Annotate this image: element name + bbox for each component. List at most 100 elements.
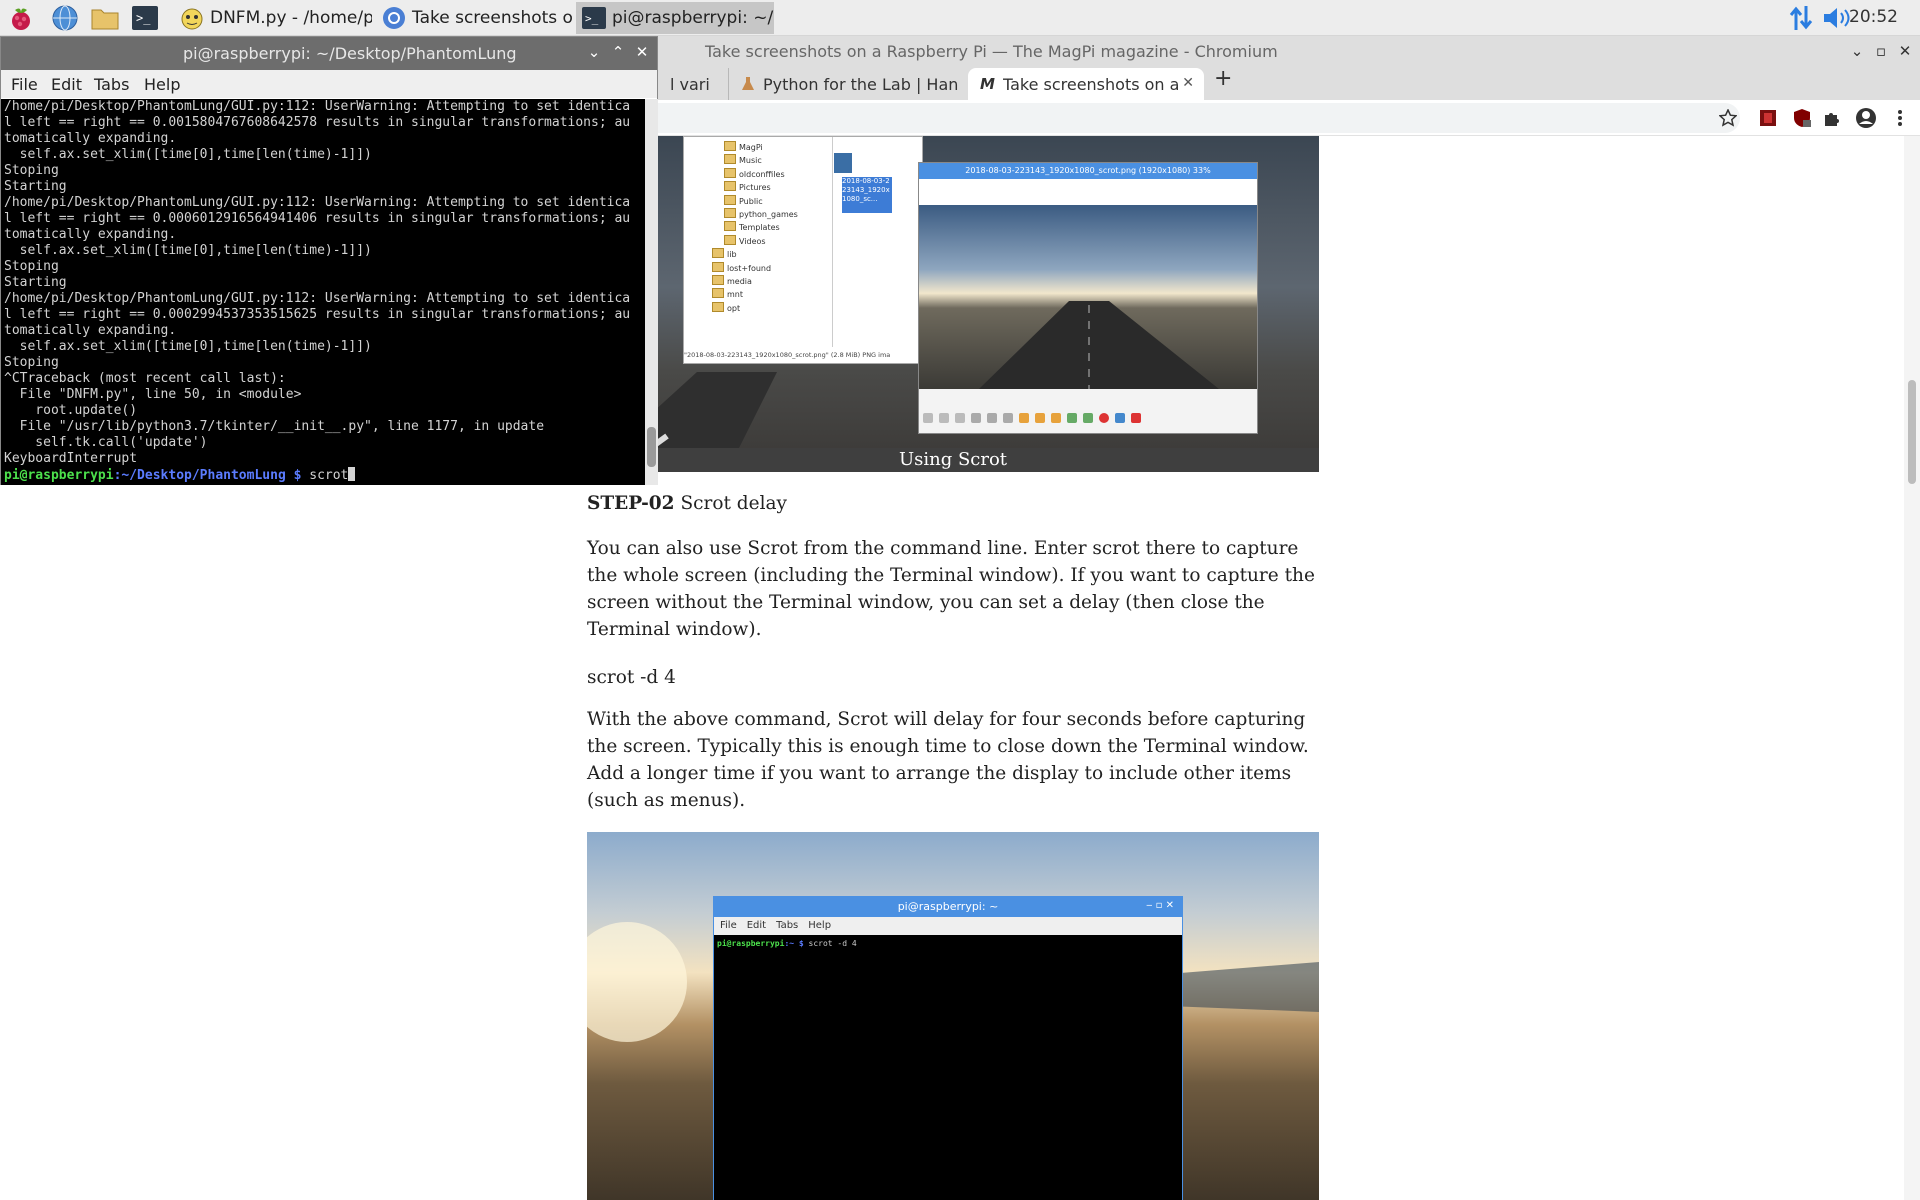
folder-tree-item: lib xyxy=(712,248,737,259)
magpi-favicon-icon: M xyxy=(980,75,995,93)
terminal-menubar: File Edit Tabs Help xyxy=(1,70,657,98)
terminal-window-screenshot: pi@raspberrypi: ~ ‒ ▫ ✕ File Edit Tabs Help… xyxy=(713,896,1183,1200)
article-figure-terminal-scrot-delay: pi@raspberrypi: ~ ‒ ▫ ✕ File Edit Tabs Help… xyxy=(587,832,1319,1200)
prompt-command: scrot -d 4 xyxy=(803,939,857,948)
article-paragraph: With the above command, Scrot will delay… xyxy=(587,709,1309,811)
article-paragraph: You can also use Scrot from the command … xyxy=(587,538,1315,640)
tab-label: Take screenshots on a R xyxy=(1002,74,1183,94)
png-file-icon xyxy=(834,153,852,173)
menu-file[interactable]: File xyxy=(11,75,38,94)
browser-menu-kebab-icon[interactable] xyxy=(1888,106,1912,130)
terminal-output: /home/pi/Desktop/PhantomLung/GUI.py:112:… xyxy=(4,99,631,466)
folder-tree-item: media xyxy=(712,275,752,286)
extensions-puzzle-icon[interactable] xyxy=(1820,106,1844,130)
taskbar-task-label: DNFM.py - /home/pi/... xyxy=(210,8,372,28)
tab-label: l vari xyxy=(670,74,710,94)
image-viewer-window: 2018-08-03-223143_1920x1080_scrot.png (1… xyxy=(918,162,1258,434)
taskbar-task-label: pi@raspberrypi: ~/De... xyxy=(612,8,774,28)
folder-tree-item: MagPi xyxy=(724,141,763,152)
taskbar: >_ DNFM.py - /home/pi/... Take screensho… xyxy=(0,0,1920,36)
terminal-menubar: File Edit Tabs Help xyxy=(714,917,1182,935)
chromium-icon xyxy=(380,4,408,32)
folder-tree-item: mnt xyxy=(712,288,743,299)
terminal-body[interactable]: /home/pi/Desktop/PhantomLung/GUI.py:112:… xyxy=(1,99,645,485)
terminal-icon: >_ xyxy=(580,4,608,32)
folder-tree-item: python_games xyxy=(724,208,798,219)
profile-avatar-icon[interactable] xyxy=(1854,106,1878,130)
selected-file-label: 2018-08-03-223143_1920x1080_sc... xyxy=(842,177,892,213)
raspberry-menu-icon[interactable] xyxy=(6,3,36,33)
clock[interactable]: 20:52 xyxy=(1849,7,1898,27)
svg-text:>_: >_ xyxy=(136,11,151,25)
menu-help[interactable]: Help xyxy=(144,75,180,94)
folder-tree-item: Pictures xyxy=(724,181,771,192)
browser-window-title: Take screenshots on a Raspberry Pi — The… xyxy=(705,42,1278,61)
browser-tab-active[interactable]: M Take screenshots on a R ✕ xyxy=(968,68,1204,100)
svg-text:>_: >_ xyxy=(585,12,599,25)
folder-tree-item: Videos xyxy=(724,235,766,246)
terminal-close-button[interactable]: ✕ xyxy=(633,43,651,61)
folder-tree-item: Music xyxy=(724,154,762,165)
menu-file: File xyxy=(720,920,737,931)
ublock-shield-icon[interactable] xyxy=(1790,106,1814,130)
menu-tabs[interactable]: Tabs xyxy=(94,75,129,94)
new-tab-plus-icon[interactable]: + xyxy=(1214,66,1232,91)
menu-edit: Edit xyxy=(746,920,767,931)
taskbar-task-dnfm[interactable]: DNFM.py - /home/pi/... xyxy=(174,2,372,34)
prompt-path: :~/Desktop/PhantomLung $ xyxy=(113,468,302,483)
prompt-path: :~ $ xyxy=(784,939,804,948)
sunset-road-image xyxy=(919,205,1257,389)
file-manager-folder-icon[interactable] xyxy=(90,3,120,33)
terminal-prompt-line: pi@raspberrypi:~ $ scrot -d 4 xyxy=(717,939,857,948)
folder-tree-item: opt xyxy=(712,302,740,313)
terminal-minimize-button[interactable]: ⌄ xyxy=(585,43,603,61)
browser-minimize-button[interactable]: ⌄ xyxy=(1848,42,1866,60)
bookmark-star-icon[interactable] xyxy=(1716,106,1740,130)
folder-tree-item: Public xyxy=(724,195,763,206)
menu-tabs: Tabs xyxy=(776,920,799,931)
terminal-title: pi@raspberrypi: ~ xyxy=(714,897,1182,917)
status-bar-text: "2018-08-03-223143_1920x1080_scrot.png" … xyxy=(684,351,891,359)
terminal-prompt-line: pi@raspberrypi:~/Desktop/PhantomLung $ s… xyxy=(4,467,642,484)
step-title: Scrot delay xyxy=(674,493,787,514)
article-figure-scrot-screenshot: 2018-08-03-223143_1920x1080_sc... MagPi M… xyxy=(587,136,1319,472)
menu-edit[interactable]: Edit xyxy=(51,75,82,94)
step-number: STEP-02 xyxy=(587,493,675,514)
tab-label: Python for the Lab | Han xyxy=(763,74,959,94)
folder-tree-item: lost+found xyxy=(712,262,771,273)
extension-red-icon[interactable] xyxy=(1756,106,1780,130)
taskbar-task-label: Take screenshots on ... xyxy=(412,8,574,28)
taskbar-task-terminal[interactable]: >_ pi@raspberrypi: ~/De... xyxy=(576,2,774,34)
prompt-user: pi@raspberrypi xyxy=(717,939,785,948)
step-heading: STEP-02 Scrot delay xyxy=(587,490,1319,517)
browser-tab[interactable]: Python for the Lab | Han xyxy=(728,68,968,100)
terminal-maximize-button[interactable]: ⌃ xyxy=(609,43,627,61)
page-scrollbar[interactable] xyxy=(1904,136,1920,1200)
browser-tab[interactable]: l vari xyxy=(658,68,728,100)
text-cursor xyxy=(348,467,356,481)
web-browser-globe-icon[interactable] xyxy=(50,3,80,33)
terminal-window: pi@raspberrypi: ~/Desktop/PhantomLung ⌄ … xyxy=(0,36,658,485)
page-scroll-thumb[interactable] xyxy=(1908,380,1916,484)
image-viewer-title: 2018-08-03-223143_1920x1080_scrot.png (1… xyxy=(919,163,1257,179)
terminal-scrollbar[interactable] xyxy=(645,99,658,485)
article-code-line: scrot -d 4 xyxy=(587,667,676,688)
volume-icon[interactable] xyxy=(1822,3,1852,33)
terminal-window-title: pi@raspberrypi: ~/Desktop/PhantomLung xyxy=(183,44,517,63)
address-bar[interactable] xyxy=(620,103,1740,133)
menu-help: Help xyxy=(808,920,832,931)
folder-tree-item: oldconffiles xyxy=(724,168,785,179)
prompt-command: scrot xyxy=(301,468,349,483)
python-idle-icon xyxy=(178,4,206,32)
flask-favicon-icon xyxy=(741,76,755,92)
viewer-toolbar xyxy=(923,413,1253,427)
browser-maximize-button[interactable]: ▫ xyxy=(1872,42,1890,60)
folder-tree-item: Templates xyxy=(724,221,780,232)
network-updown-icon[interactable] xyxy=(1786,3,1816,33)
terminal-titlebar[interactable]: pi@raspberrypi: ~/Desktop/PhantomLung ⌄ … xyxy=(1,37,657,70)
terminal-launcher-icon[interactable]: >_ xyxy=(130,3,160,33)
browser-close-button[interactable]: ✕ xyxy=(1896,42,1914,60)
tab-close-icon[interactable]: ✕ xyxy=(1182,75,1194,91)
taskbar-task-chromium[interactable]: Take screenshots on ... xyxy=(376,2,574,34)
terminal-scroll-thumb[interactable] xyxy=(647,427,656,467)
